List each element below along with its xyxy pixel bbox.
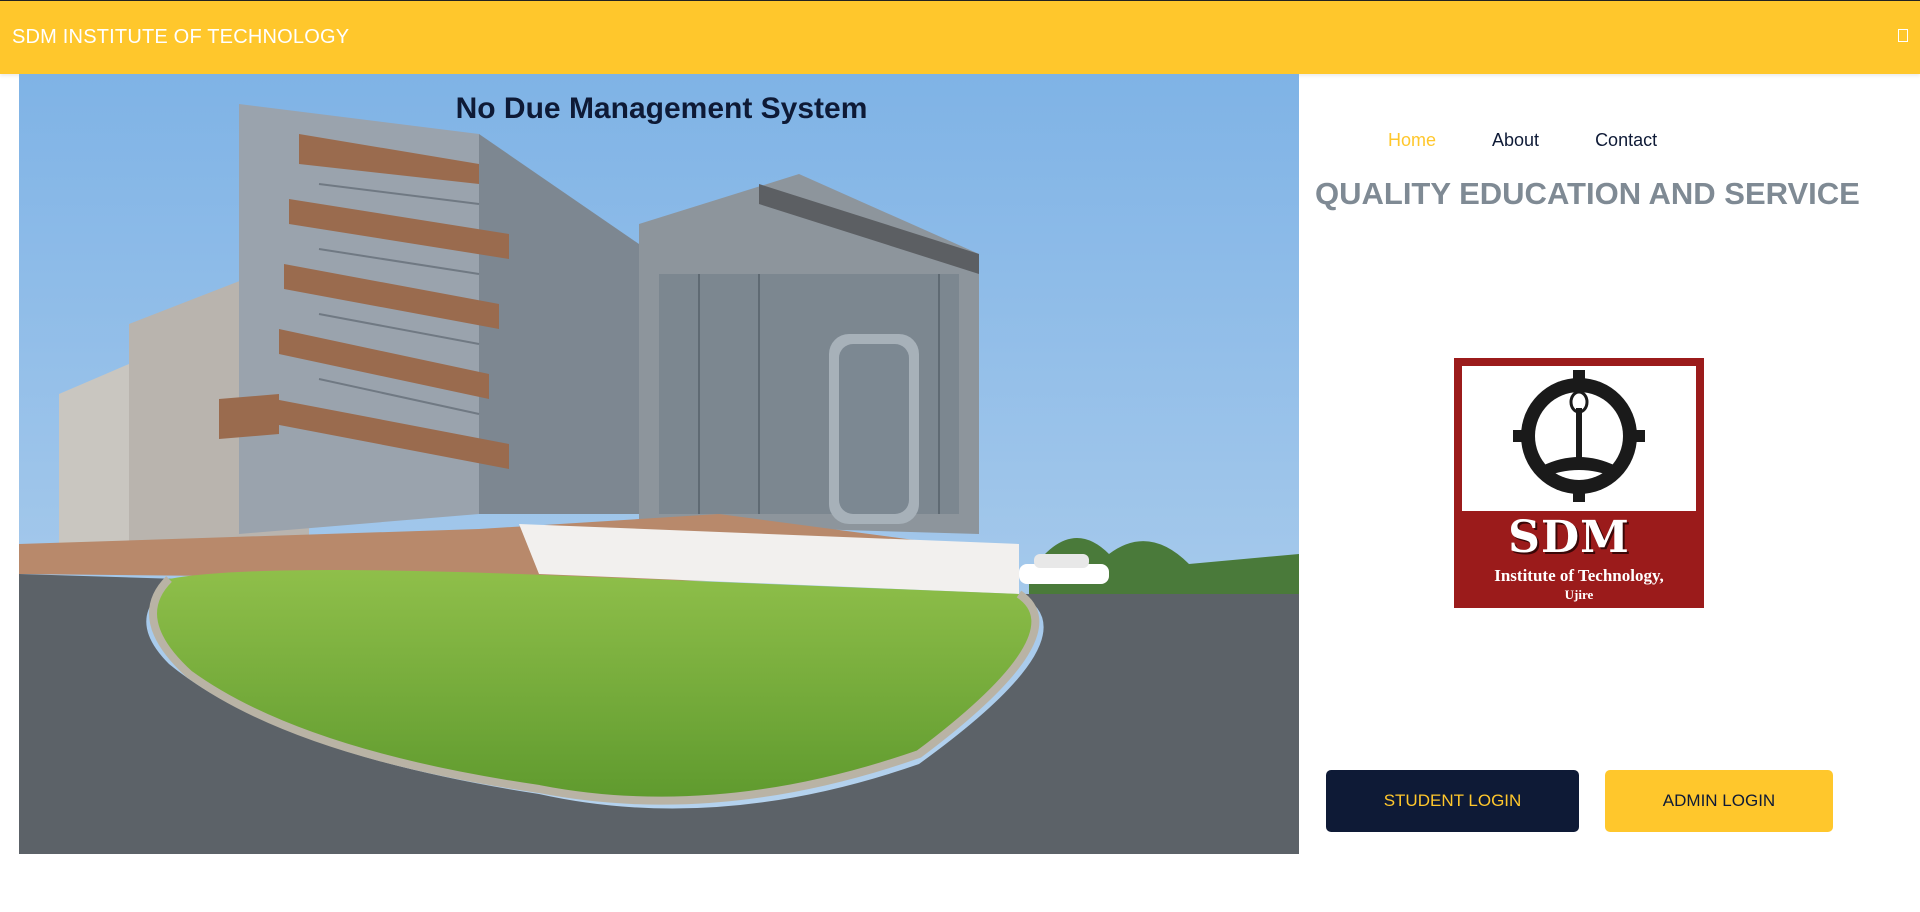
sdm-logo: SDM Institute of Technology, Ujire bbox=[1454, 358, 1704, 608]
gear-emblem-icon bbox=[1513, 370, 1645, 502]
nav-home-link[interactable]: Home bbox=[1388, 130, 1436, 151]
tagline: QUALITY EDUCATION AND SERVICE bbox=[1315, 176, 1860, 211]
logo-place: Ujire bbox=[1564, 587, 1594, 602]
logo-name: SDM bbox=[1508, 512, 1630, 563]
brand-title[interactable]: SDM INSTITUTE OF TECHNOLOGY bbox=[12, 26, 349, 49]
menu-toggle-icon[interactable] bbox=[1898, 29, 1908, 42]
campus-hero-image: No Due Management System bbox=[19, 74, 1299, 854]
campus-photo bbox=[19, 74, 1299, 854]
student-login-button[interactable]: STUDENT LOGIN bbox=[1326, 770, 1579, 832]
logo-subtitle: Institute of Technology, bbox=[1494, 566, 1664, 585]
nav-contact-link[interactable]: Contact bbox=[1595, 130, 1657, 151]
admin-login-button[interactable]: ADMIN LOGIN bbox=[1605, 770, 1833, 832]
nav-about-link[interactable]: About bbox=[1492, 130, 1539, 151]
top-navbar: SDM INSTITUTE OF TECHNOLOGY bbox=[0, 0, 1920, 74]
hero-title: No Due Management System bbox=[455, 92, 868, 125]
main-nav: Home About Contact bbox=[1388, 130, 1657, 151]
logo-emblem-panel bbox=[1462, 366, 1696, 511]
